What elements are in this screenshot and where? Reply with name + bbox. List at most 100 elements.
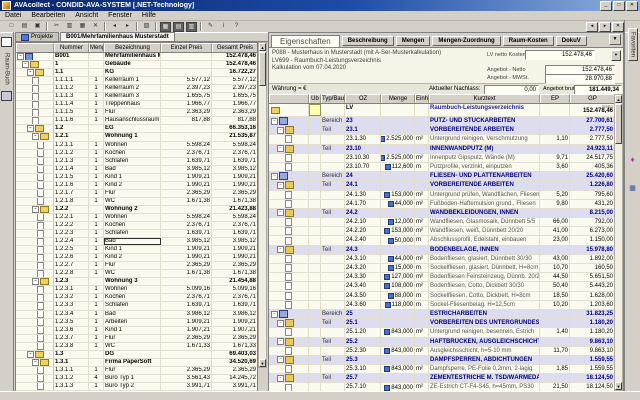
lv-row[interactable]: 24.3.60118,000mSockel-Fliesenbelag, H=12… — [269, 301, 614, 310]
menu-ansicht[interactable]: Ansicht — [70, 12, 103, 19]
lv-row[interactable]: 23.10.302.525,000m²Innenputz Gipsputz, W… — [269, 154, 614, 163]
tab-mengen-zuordnung[interactable]: Mengen-Zuordnung — [432, 36, 500, 46]
expander-icon[interactable]: − — [271, 173, 278, 180]
grid-icon[interactable]: ▦ — [629, 184, 636, 192]
expander-icon[interactable]: − — [277, 356, 284, 363]
expander-icon[interactable]: − — [271, 118, 278, 125]
back-icon[interactable]: ◂ — [109, 22, 120, 31]
table-row[interactable]: 1.1.1.61Hausanschlussraum817,88817,88 — [16, 117, 257, 125]
expander-icon[interactable]: − — [22, 61, 29, 68]
table-row[interactable]: −1.2.2Wohnung 221.423,88 — [16, 206, 257, 214]
table-row[interactable]: 1.2.2.11Wohnen5.598,245.598,24 — [16, 214, 257, 222]
table-row[interactable]: 1.3.1.31Büro Typ 23.991,713.991,71 — [16, 383, 257, 391]
table-row[interactable]: −1.3DG69.403,03 — [16, 351, 257, 359]
info-icon[interactable]: i — [218, 22, 229, 31]
table-row[interactable]: −1.2.3Wohnung 321.454,88 — [16, 278, 257, 286]
lv-row[interactable]: −Teil24.2WANDBEKLEIDUNGEN, INNEN8.215,00 — [269, 209, 614, 218]
cut-icon[interactable]: ✂ — [51, 22, 62, 31]
room-book-icon[interactable] — [1, 37, 12, 47]
column-header-menge[interactable]: Menge — [381, 94, 415, 103]
tab-eigenschaften[interactable]: Eigenschaften — [271, 35, 340, 47]
table-row[interactable]: 1.2.2.61Kind 21.990,211.990,21 — [16, 254, 257, 262]
lv-row[interactable]: 24.2.20153,000m²Wandfliesen, weiß, Dünnb… — [269, 227, 614, 236]
lv-row[interactable]: −Teil25.7ZEMENTESTRICHE M. TSD/WÄRMEDÄMM… — [269, 374, 614, 383]
tab-beschreibung[interactable]: Beschreibung — [342, 36, 394, 46]
table-row[interactable]: −1.2.1Wohnung 121.535,87 — [16, 133, 257, 141]
lv-row[interactable]: 24.3.5088,000mSockelfliesen, Cotto, Dick… — [269, 292, 614, 301]
lv-row[interactable]: 24.3.30127,000m²Bodenfliesen Feinsteinze… — [269, 273, 614, 282]
column-header-oz[interactable]: OZ — [345, 94, 381, 103]
column-header-menge[interactable]: Menge — [89, 43, 104, 52]
project-tab-2[interactable]: B001/Mehrfamilienhaus Musterstadt — [60, 32, 175, 41]
table-row[interactable]: 1.2.3.41Bad3.986,123.986,12 — [16, 311, 257, 319]
column-header-typ[interactable]: Typ/Bau — [321, 94, 345, 103]
table-row[interactable]: 1.3.1.11Flur2.365,292.365,29 — [16, 367, 257, 375]
table-row[interactable]: 1.2.2.71Flur2.365,292.365,29 — [16, 262, 257, 270]
table-row[interactable]: 1.2.3.21Kochen2.376,712.376,71 — [16, 294, 257, 302]
new-icon[interactable]: □ — [6, 22, 17, 31]
expander-icon[interactable]: − — [277, 145, 284, 152]
table-row[interactable]: 1.1.1.31Kellerraum 31.655,751.655,75 — [16, 93, 257, 101]
table-row[interactable]: 1.2.1.21Kochen2.376,712.376,71 — [16, 150, 257, 158]
left-table-scrollbar[interactable]: ▲ ▼ — [258, 42, 267, 368]
help-icon[interactable]: ? — [231, 22, 242, 31]
lv-row[interactable]: −Teil23.1VORBEREITENDE ARBEITEN2.777,50 — [269, 126, 614, 135]
lv-table-scrollbar[interactable]: ▲ ▼ — [614, 94, 623, 391]
save-icon[interactable]: ▣ — [32, 22, 43, 31]
table-row[interactable]: 1.2.1.41Bad3.985,123.985,12 — [16, 166, 257, 174]
grid-view-1-icon[interactable]: ▦ — [160, 22, 171, 32]
tab-raum-kosten[interactable]: Raum-Kosten — [503, 36, 554, 46]
lv-row[interactable]: 24.1.30153,000m²Untergrund prüfen, Wandf… — [269, 191, 614, 200]
column-header-einh[interactable]: Einh. — [415, 94, 429, 103]
tab-dokuv[interactable]: DokuV — [556, 36, 587, 46]
grid-view-3-icon[interactable]: ▥ — [186, 22, 197, 32]
column-header-bezeichnung[interactable]: Bezeichnung — [104, 43, 161, 52]
column-header-kurztext[interactable]: Kurztext — [429, 94, 540, 103]
table-row[interactable]: 1.2.3.61Kind 11.907,211.907,21 — [16, 327, 257, 335]
lv-row[interactable]: LVRaumbuch-LeistungsverzeichnisNetto152.… — [269, 104, 614, 117]
expander-icon[interactable]: − — [277, 246, 284, 253]
lv-row[interactable]: −Teil25.2HAFTBRÜCKEN, AUSGLEICHSCHICHTEN… — [269, 338, 614, 347]
mdi-prev-button[interactable]: ◂ — [586, 22, 598, 32]
paste-icon[interactable]: ▦ — [77, 22, 88, 31]
lv-row[interactable]: 24.1.7044,000m²Fußboden-Haftemulsion gru… — [269, 200, 614, 209]
table-row[interactable]: 1.2.2.31Schlafen1.639,711.639,71 — [16, 230, 257, 238]
minimize-button[interactable]: _ — [600, 1, 612, 11]
tab-overflow-button[interactable]: ▼ — [609, 34, 621, 45]
table-row[interactable]: 1.2.3.71Flur2.365,292.365,29 — [16, 335, 257, 343]
table-row[interactable]: −1.1KG16.722,27 — [16, 69, 257, 77]
table-row[interactable]: 1.1.1.51Flur2.363,292.363,29 — [16, 109, 257, 117]
expander-icon[interactable]: − — [277, 209, 284, 216]
lv-row[interactable]: 24.3.2015,000mSockelfliesen, glasiert, D… — [269, 264, 614, 273]
expander-icon[interactable]: − — [27, 351, 34, 358]
mdi-next-button[interactable]: ▸ — [599, 22, 611, 32]
forward-icon[interactable]: ▸ — [122, 22, 133, 31]
column-header-tree[interactable] — [269, 94, 309, 103]
lv-row[interactable]: 23.10.70112,600mPutzprofile, verzinkt, e… — [269, 163, 614, 172]
menu-bearbeiten[interactable]: Bearbeiten — [26, 12, 70, 19]
table-row[interactable]: 1.2.2.51Kind 11.909,211.909,21 — [16, 246, 257, 254]
table-row[interactable]: 1.2.1.61Kind 21.990,211.990,21 — [16, 182, 257, 190]
expander-icon[interactable]: − — [277, 182, 284, 189]
table-row[interactable]: 1.2.2.81WC1.671,381.671,38 — [16, 270, 257, 278]
expander-icon[interactable]: − — [32, 359, 39, 366]
lv-row[interactable]: −Bereich25ESTRICHARBEITEN31.823,25 — [269, 310, 614, 319]
table-row[interactable]: 1.1.1.41Treppenhaus1.966,771.966,77 — [16, 101, 257, 109]
project-tab-1[interactable]: Projekte — [15, 32, 59, 41]
grid-view-2-icon[interactable]: ▤ — [173, 22, 184, 32]
expander-icon[interactable]: − — [32, 133, 39, 140]
table-row[interactable]: 1.2.1.71Flur2.365,292.365,29 — [16, 190, 257, 198]
lv-netto-field[interactable]: 152.478,46 — [525, 50, 595, 60]
column-header-gp[interactable]: GP — [570, 94, 614, 103]
table-row[interactable]: 1.2.1.51Kind 11.909,211.909,21 — [16, 174, 257, 182]
table-row[interactable]: 1.1.1.11Kellerraum 15.577,125.577,12 — [16, 77, 257, 85]
expander-icon[interactable]: − — [32, 278, 39, 285]
column-header-einzelpreis[interactable]: Einzel Preis — [161, 43, 212, 52]
table-row[interactable]: 1.2.1.31Schlafen1.639,711.639,71 — [16, 158, 257, 166]
lv-row[interactable]: 23.1.302.525,000m²Untergrund reinigen, V… — [269, 135, 614, 144]
printer-icon[interactable] — [1, 91, 12, 101]
column-header-tree[interactable] — [16, 43, 54, 52]
lv-row[interactable]: 25.1.20843,000m²Untergrund reinigen, bes… — [269, 328, 614, 337]
lv-row[interactable]: −Teil24.3BODENBELÄGE, INNEN15.978,80 — [269, 246, 614, 255]
expander-icon[interactable]: − — [27, 125, 34, 132]
